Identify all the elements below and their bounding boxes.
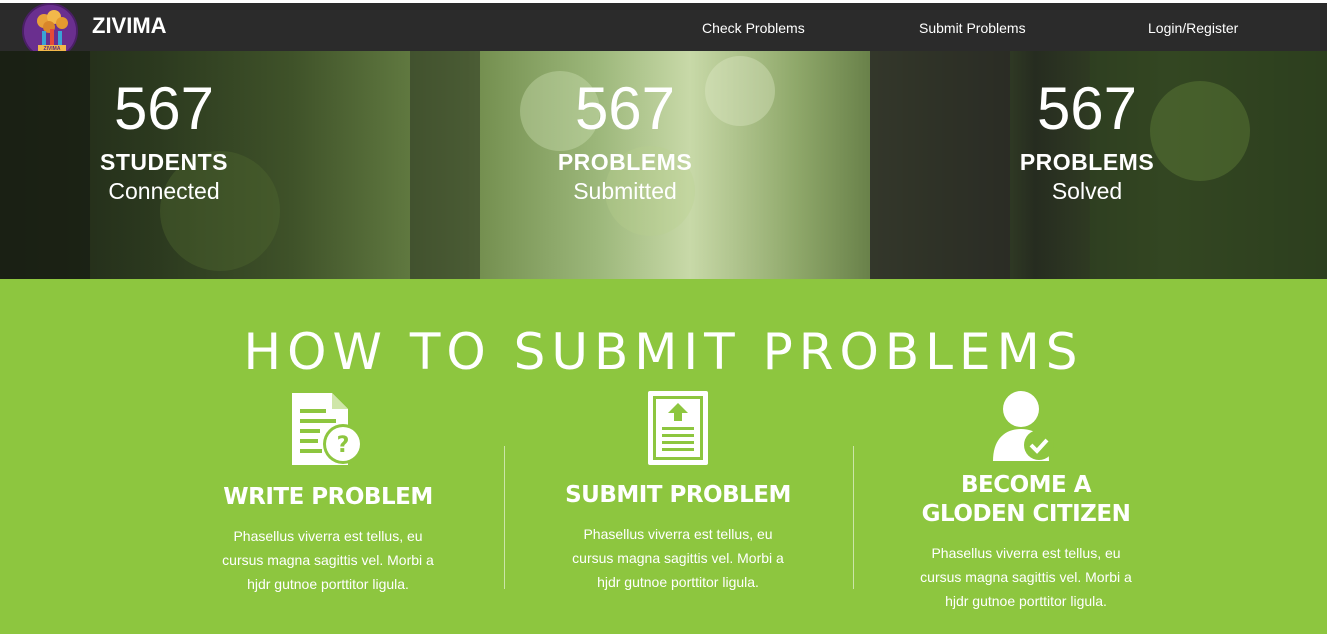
step-become-citizen: BECOME A GLODEN CITIZEN Phasellus viverr… bbox=[856, 389, 1196, 613]
stat-value: 567 bbox=[1036, 75, 1138, 142]
divider bbox=[504, 446, 505, 589]
hero-stats: 567 STUDENTS Connected 567 PROBLEMS Subm… bbox=[0, 51, 1327, 279]
nav-login-register[interactable]: Login/Register bbox=[1148, 20, 1238, 36]
step-description: Phasellus viverra est tellus, eu cursus … bbox=[920, 545, 1132, 609]
step-description: Phasellus viverra est tellus, eu cursus … bbox=[572, 526, 784, 590]
step-title: WRITE PROBLEM bbox=[223, 484, 433, 510]
brand-name[interactable]: ZIVIMA bbox=[92, 13, 167, 39]
stat-problems-submitted: 567 PROBLEMS Submitted bbox=[495, 51, 755, 205]
how-to-section: HOW TO SUBMIT PROBLEMS ? WRITE PROBLEM P… bbox=[0, 279, 1327, 634]
stat-value: 567 bbox=[574, 75, 676, 142]
nav-submit-problems[interactable]: Submit Problems bbox=[919, 20, 1026, 36]
navbar: ZIVIMA ZIVIMA Check Problems Submit Prob… bbox=[0, 3, 1327, 59]
stat-title: PROBLEMS bbox=[1019, 149, 1155, 175]
user-check-icon bbox=[993, 391, 1054, 461]
step-title-line1: BECOME A bbox=[960, 472, 1092, 498]
stat-subtitle: Submitted bbox=[573, 178, 677, 204]
stat-title: STUDENTS bbox=[100, 149, 228, 175]
stat-problems-solved: 567 PROBLEMS Solved bbox=[957, 51, 1217, 205]
step-title: SUBMIT PROBLEM bbox=[565, 482, 791, 508]
step-write-problem: ? WRITE PROBLEM Phasellus viverra est te… bbox=[158, 389, 498, 596]
stat-title: PROBLEMS bbox=[557, 149, 693, 175]
document-upload-icon bbox=[648, 391, 708, 465]
nav-check-problems[interactable]: Check Problems bbox=[702, 20, 805, 36]
step-title-line2: GLODEN CITIZEN bbox=[921, 501, 1131, 527]
step-title: BECOME A GLODEN CITIZEN bbox=[856, 471, 1196, 529]
step-submit-problem: SUBMIT PROBLEM Phasellus viverra est tel… bbox=[508, 389, 848, 594]
stat-value: 567 bbox=[113, 75, 215, 142]
step-description: Phasellus viverra est tellus, eu cursus … bbox=[222, 528, 434, 592]
divider bbox=[853, 446, 854, 589]
svg-text:?: ? bbox=[337, 433, 350, 458]
section-title: HOW TO SUBMIT PROBLEMS bbox=[243, 323, 1084, 381]
stat-students: 567 STUDENTS Connected bbox=[34, 51, 294, 205]
document-question-icon: ? bbox=[292, 393, 363, 465]
stat-subtitle: Connected bbox=[108, 178, 220, 204]
stat-subtitle: Solved bbox=[1051, 178, 1123, 204]
